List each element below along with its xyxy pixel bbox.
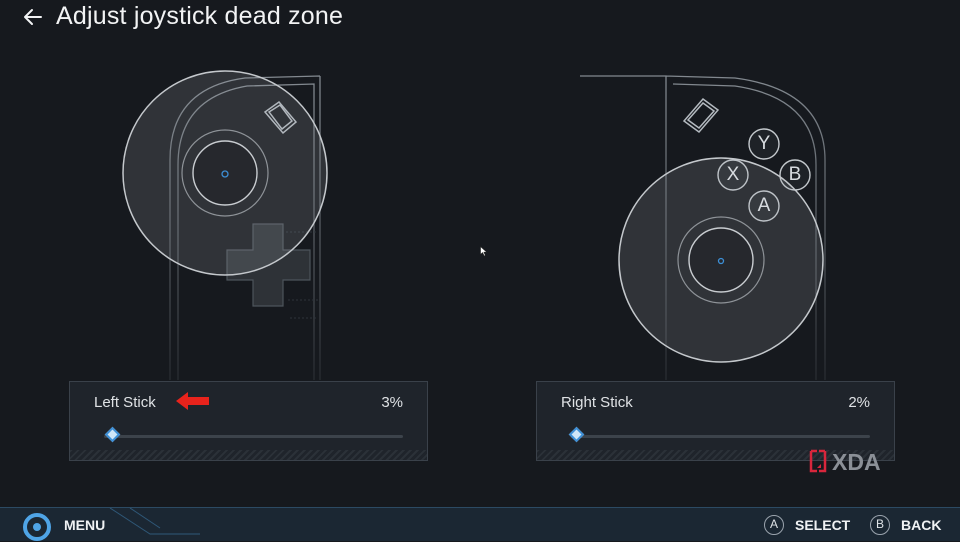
left-stick-label: Left Stick: [94, 394, 156, 411]
header: Adjust joystick dead zone: [0, 0, 960, 40]
a-button-icon: A: [764, 515, 784, 535]
menu-button[interactable]: MENU: [64, 517, 105, 533]
red-arrow-annotation-icon: [176, 392, 209, 410]
right-stick-slider[interactable]: [568, 426, 870, 443]
xda-watermark-text: XDA: [832, 449, 881, 474]
mouse-cursor-icon: [480, 246, 488, 257]
left-stick-slider-thumb[interactable]: [104, 426, 121, 443]
button-a-label: A: [757, 195, 771, 216]
right-stick-deadzone-circle: [618, 157, 824, 363]
right-stick-slider-thumb[interactable]: [568, 426, 585, 443]
button-y-label: Y: [757, 133, 771, 154]
right-stick-label: Right Stick: [561, 394, 633, 411]
back-button[interactable]: BACK: [901, 517, 941, 533]
button-b-label: B: [788, 164, 802, 185]
left-stick-value: 3%: [381, 394, 403, 411]
right-shoulder-button: [682, 97, 720, 134]
menu-logo-icon[interactable]: [22, 512, 52, 542]
left-stick-panel[interactable]: Left Stick 3%: [69, 381, 428, 461]
left-stick-deadzone-circle: [122, 70, 328, 276]
controller-illustration: [122, 70, 826, 380]
right-stick-value: 2%: [848, 394, 870, 411]
b-button-icon: B: [870, 515, 890, 535]
xda-watermark-logo: XDA: [809, 449, 881, 474]
page-title: Adjust joystick dead zone: [56, 2, 344, 30]
button-x-label: X: [726, 164, 740, 185]
left-stick-slider[interactable]: [104, 426, 403, 443]
back-arrow-icon[interactable]: [22, 6, 44, 28]
select-button[interactable]: SELECT: [795, 517, 850, 533]
footer-bar: MENU A SELECT B BACK: [0, 507, 960, 541]
